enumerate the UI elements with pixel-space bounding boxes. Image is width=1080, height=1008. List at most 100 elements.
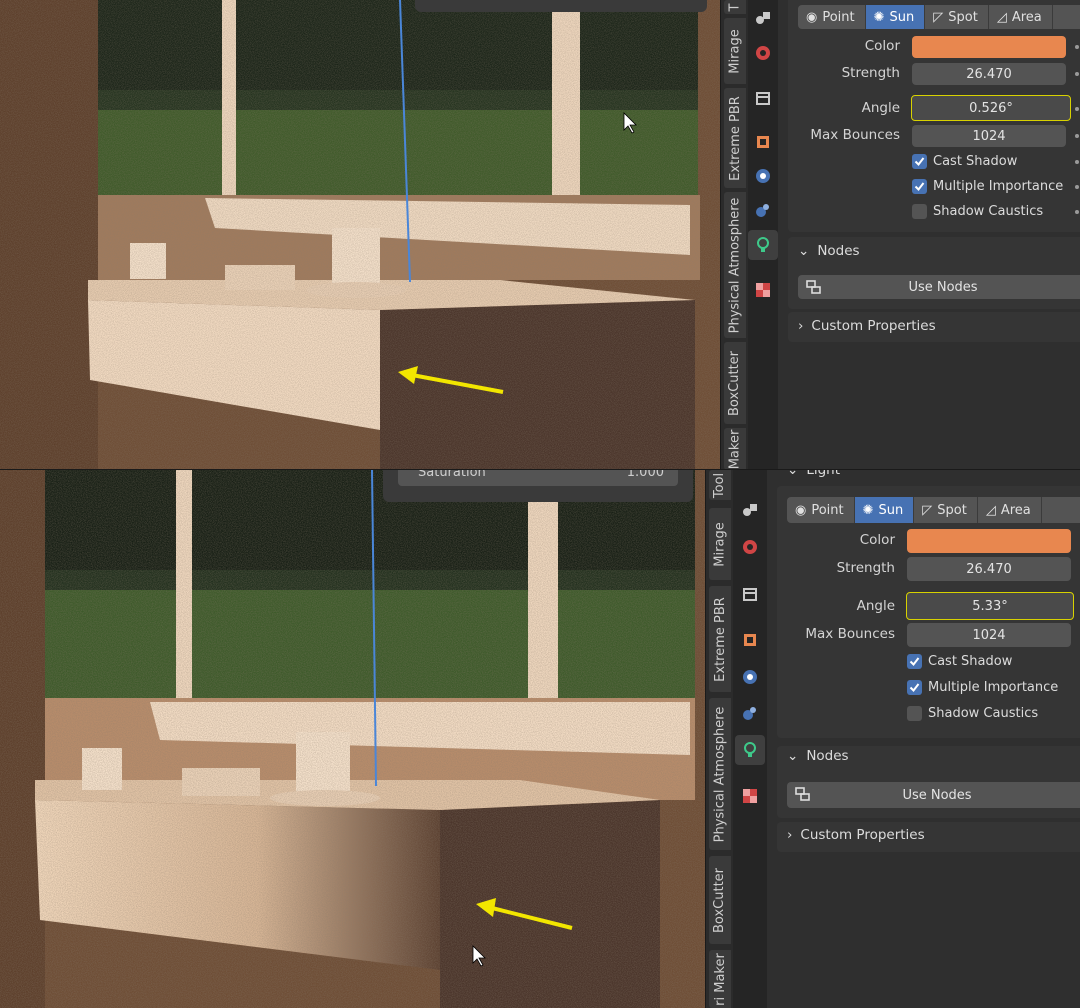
light-type-spot[interactable]: ◸ Spot xyxy=(925,5,989,29)
cast-shadow-checkbox[interactable]: Cast Shadow xyxy=(912,154,1017,169)
physics-properties-icon[interactable] xyxy=(740,703,760,723)
render-image xyxy=(0,470,708,1008)
max-bounces-field[interactable]: 1024 xyxy=(912,125,1066,147)
light-data-properties-icon[interactable] xyxy=(735,735,765,765)
keyframe-dot[interactable] xyxy=(1075,210,1079,214)
modifier-properties-icon[interactable] xyxy=(753,166,773,186)
checkbox-checked xyxy=(907,654,922,669)
node-tree-icon xyxy=(795,786,811,806)
multiple-importance-checkbox[interactable]: Multiple Importance xyxy=(907,680,1058,695)
area-light-icon: ◿ xyxy=(996,9,1007,25)
tab-maker[interactable]: Maker xyxy=(724,428,746,470)
light-panel-header[interactable]: ⌄ Light xyxy=(787,470,840,478)
angle-field[interactable]: 0.526° xyxy=(911,95,1071,121)
chevron-down-icon: ⌄ xyxy=(798,243,810,259)
render-image xyxy=(0,0,720,470)
light-type-spot[interactable]: ◸ Spot xyxy=(914,497,978,523)
bottom-comparison-panel: Saturation 1.000 Tool Mirage Extreme PBR… xyxy=(0,470,1080,1008)
saturation-label: Saturation xyxy=(418,470,486,480)
modifier-properties-icon[interactable] xyxy=(740,667,760,687)
texture-properties-icon[interactable] xyxy=(740,786,760,806)
checkbox-checked xyxy=(912,179,927,194)
strength-field[interactable]: 26.470 xyxy=(907,557,1071,581)
angle-field[interactable]: 5.33° xyxy=(906,592,1074,620)
tab-physical-atmosphere[interactable]: Physical Atmosphere xyxy=(709,698,731,850)
light-color-swatch[interactable] xyxy=(912,36,1066,58)
node-tree-icon xyxy=(806,279,822,299)
chevron-down-icon: ⌄ xyxy=(787,748,799,764)
color-label: Color xyxy=(864,38,900,54)
render-properties-icon[interactable] xyxy=(740,500,760,520)
tab-tool[interactable]: T xyxy=(724,0,746,14)
area-light-icon: ◿ xyxy=(985,502,996,518)
render-viewport[interactable]: Saturation 1.000 xyxy=(0,470,708,1008)
render-properties-icon[interactable] xyxy=(753,8,773,28)
cast-shadow-checkbox[interactable]: Cast Shadow xyxy=(907,654,1012,669)
use-nodes-button[interactable]: Use Nodes xyxy=(787,782,1080,808)
nodes-panel-header[interactable]: ⌄ Nodes xyxy=(798,243,860,259)
keyframe-dot[interactable] xyxy=(1075,134,1079,138)
tab-physical-atmosphere[interactable]: Physical Atmosphere xyxy=(724,192,746,338)
nodes-panel-header[interactable]: ⌄ Nodes xyxy=(787,748,849,764)
shadow-caustics-checkbox[interactable]: Shadow Caustics xyxy=(912,204,1043,219)
keyframe-dot[interactable] xyxy=(1075,185,1079,189)
keyframe-dot[interactable] xyxy=(1075,45,1079,49)
chevron-right-icon: › xyxy=(787,827,793,843)
strength-field[interactable]: 26.470 xyxy=(912,63,1066,85)
keyframe-dot[interactable] xyxy=(1075,72,1079,76)
saturation-field[interactable]: Saturation 1.000 xyxy=(398,470,678,486)
properties-editor: ⌄ Light ◉ Point ✺ Sun ◸ Spot ◿ Area Color Str… xyxy=(767,470,1080,1008)
world-properties-icon[interactable] xyxy=(753,43,773,63)
strength-label: Strength xyxy=(841,65,900,81)
render-viewport[interactable] xyxy=(0,0,720,470)
custom-properties-panel-header[interactable]: › Custom Properties xyxy=(798,318,936,334)
max-bounces-label: Max Bounces xyxy=(810,127,900,143)
use-nodes-button[interactable]: Use Nodes xyxy=(798,275,1080,299)
color-label: Color xyxy=(859,532,895,548)
max-bounces-label: Max Bounces xyxy=(805,626,895,642)
tab-extreme-pbr[interactable]: Extreme PBR xyxy=(709,586,731,692)
light-type-selector: ◉ Point ✺ Sun ◸ Spot ◿ Area xyxy=(787,497,1080,523)
checkbox-unchecked xyxy=(907,706,922,721)
tab-mirage[interactable]: Mirage xyxy=(724,18,746,84)
keyframe-dot[interactable] xyxy=(1075,160,1079,164)
angle-label: Angle xyxy=(861,100,900,116)
light-data-properties-icon[interactable] xyxy=(748,230,778,260)
light-type-point[interactable]: ◉ Point xyxy=(787,497,855,523)
tab-extreme-pbr[interactable]: Extreme PBR xyxy=(724,88,746,188)
tab-tool[interactable]: Tool xyxy=(709,470,731,500)
object-properties-icon[interactable] xyxy=(753,132,773,152)
max-bounces-field[interactable]: 1024 xyxy=(907,623,1071,647)
tab-maker[interactable]: ri Maker xyxy=(709,950,731,1008)
point-light-icon: ◉ xyxy=(795,502,807,518)
light-type-selector: ◉ Point ✺ Sun ◸ Spot ◿ Area xyxy=(798,5,1080,29)
checkbox-checked xyxy=(912,154,927,169)
light-type-sun[interactable]: ✺ Sun xyxy=(854,497,915,523)
object-properties-icon[interactable] xyxy=(740,630,760,650)
custom-properties-panel-header[interactable]: › Custom Properties xyxy=(787,827,925,843)
keyframe-dot[interactable] xyxy=(1075,107,1079,111)
point-light-icon: ◉ xyxy=(806,9,818,25)
viewport-overlay-panel xyxy=(415,0,707,12)
collection-properties-icon[interactable] xyxy=(753,88,773,108)
collection-properties-icon[interactable] xyxy=(740,584,760,604)
light-type-area[interactable]: ◿ Area xyxy=(989,5,1053,29)
light-type-area[interactable]: ◿ Area xyxy=(978,497,1042,523)
light-type-point[interactable]: ◉ Point xyxy=(798,5,866,29)
angle-label: Angle xyxy=(856,598,895,614)
tab-boxcutter[interactable]: BoxCutter xyxy=(709,856,731,944)
top-comparison-panel: T Mirage Extreme PBR Physical Atmosphere… xyxy=(0,0,1080,470)
light-type-sun[interactable]: ✺ Sun xyxy=(865,5,926,29)
saturation-value: 1.000 xyxy=(626,470,664,480)
sun-light-icon: ✺ xyxy=(873,9,885,25)
physics-properties-icon[interactable] xyxy=(753,200,773,220)
world-properties-icon[interactable] xyxy=(740,537,760,557)
texture-properties-icon[interactable] xyxy=(753,280,773,300)
tab-boxcutter[interactable]: BoxCutter xyxy=(724,342,746,424)
chevron-right-icon: › xyxy=(798,318,804,334)
spot-light-icon: ◸ xyxy=(933,9,944,25)
tab-mirage[interactable]: Mirage xyxy=(709,508,731,580)
multiple-importance-checkbox[interactable]: Multiple Importance xyxy=(912,179,1063,194)
shadow-caustics-checkbox[interactable]: Shadow Caustics xyxy=(907,706,1038,721)
light-color-swatch[interactable] xyxy=(907,529,1071,553)
